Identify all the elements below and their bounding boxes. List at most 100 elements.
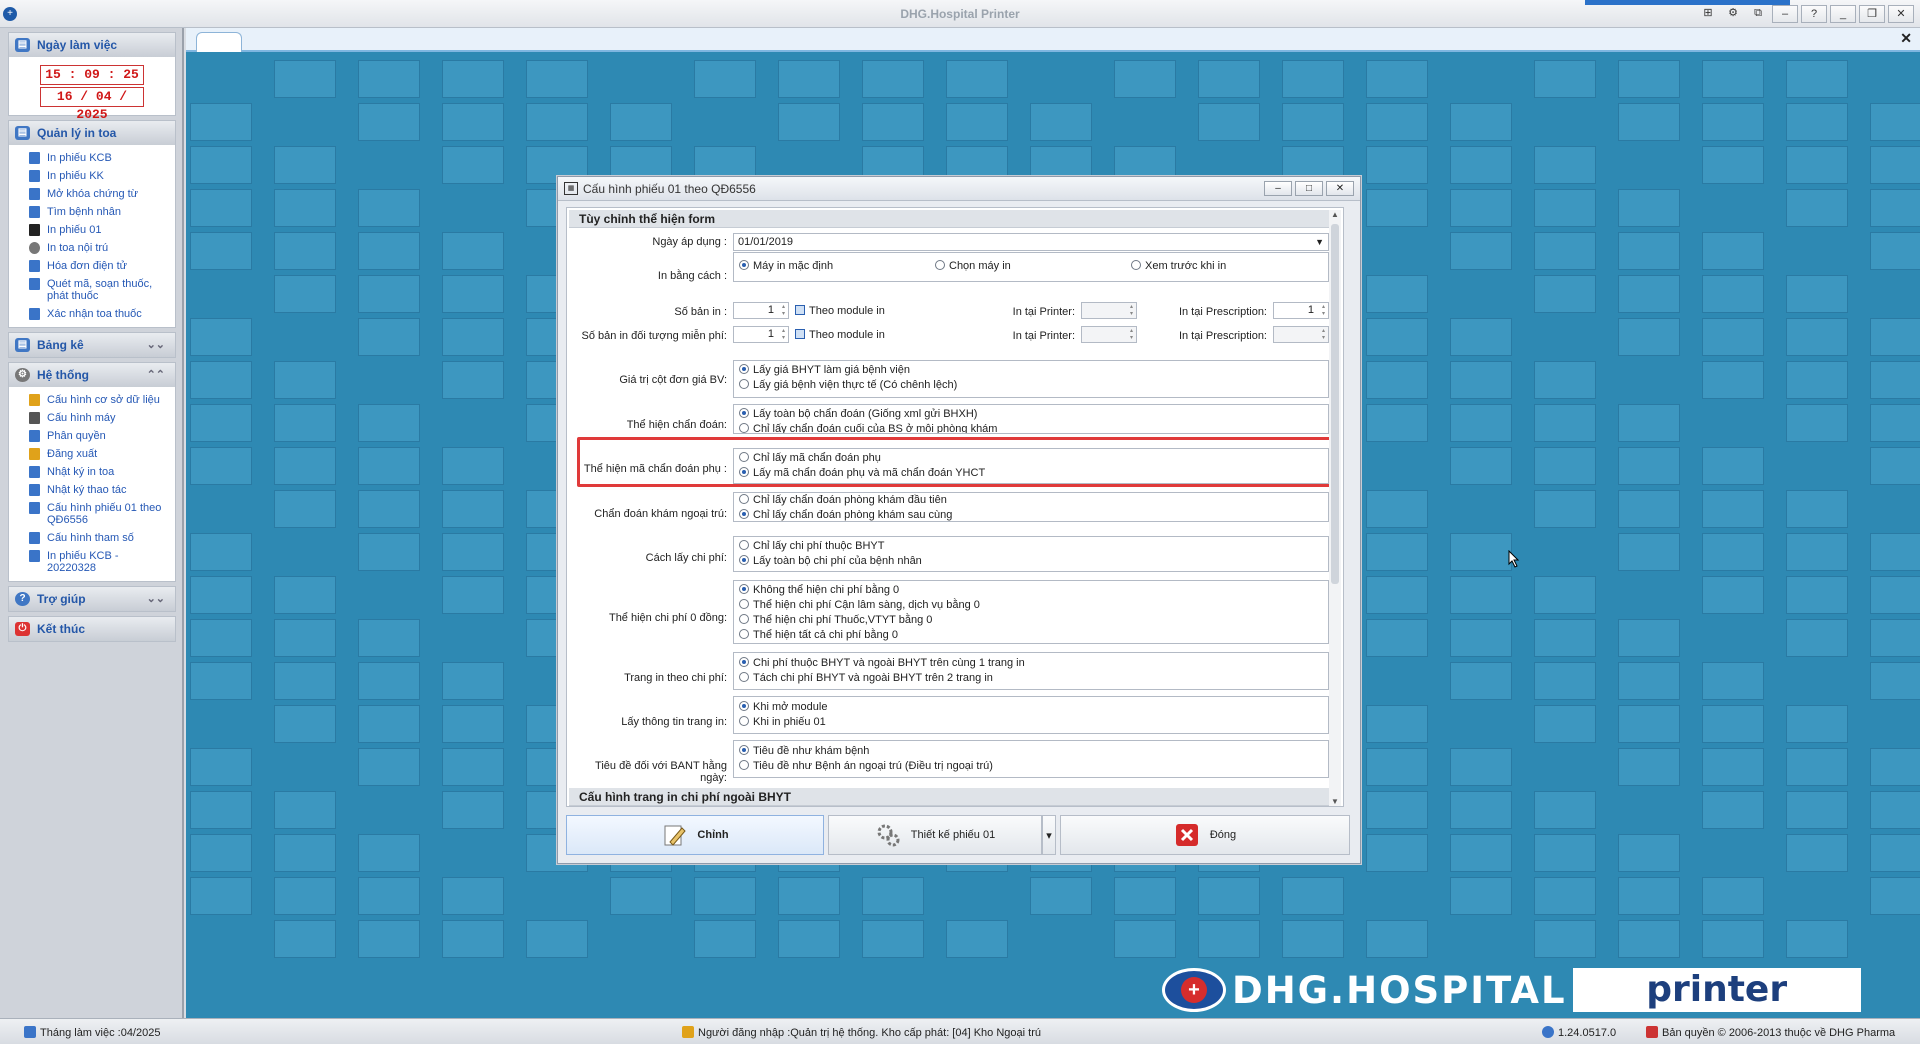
sidebar-item-find-patient[interactable]: Tìm bệnh nhân — [9, 203, 171, 221]
edit-button[interactable]: Chỉnh — [566, 815, 824, 855]
dialog-minimize-button[interactable]: – — [1264, 181, 1292, 196]
scroll-up-icon[interactable]: ▲ — [1331, 210, 1339, 219]
dialog-maximize-button[interactable]: □ — [1295, 181, 1323, 196]
minimize-small-button[interactable]: – — [1772, 5, 1798, 23]
sidebar-item-confirm[interactable]: Xác nhận toa thuốc — [9, 305, 171, 323]
background-tile — [1702, 232, 1764, 270]
background-tile — [1198, 60, 1260, 98]
dialog-close-button[interactable]: ✕ — [1326, 181, 1354, 196]
status-copyright: Bản quyền © 2006-2013 thuộc về DHG Pharm… — [1646, 1026, 1895, 1039]
system-header[interactable]: ⚙ Hệ thống ⌃⌃ — [9, 363, 175, 387]
background-tile — [1786, 103, 1848, 141]
copies-free-prescription-spinner[interactable] — [1273, 326, 1329, 343]
scroll-down-icon[interactable]: ▼ — [1331, 797, 1339, 806]
sidebar-item-scan[interactable]: Quét mã, soạn thuốc, phát thuốc — [9, 275, 171, 305]
tab-home[interactable] — [196, 32, 242, 52]
background-tile — [1786, 275, 1848, 313]
minimize-button[interactable]: _ — [1830, 5, 1856, 23]
prescriptions-header[interactable]: ▤ Quản lý in toa — [9, 121, 175, 145]
window-title: DHG.Hospital Printer — [900, 7, 1020, 21]
radio-no-zero[interactable]: Không thể hiện chi phí bằng 0 — [739, 584, 899, 596]
exit-header[interactable]: ⏻ Kết thúc — [9, 617, 175, 641]
copies-spinner[interactable]: 1 — [733, 302, 789, 319]
apply-date-select[interactable]: 01/01/2019 ▼ — [733, 233, 1329, 251]
sidebar-item-in-phieu-kcb[interactable]: In phiếu KCB — [9, 149, 171, 167]
help-title: Trợ giúp — [37, 592, 86, 606]
background-tile — [1366, 60, 1428, 98]
background-tile — [274, 920, 336, 958]
background-tile — [190, 361, 252, 399]
radio-zero-cls[interactable]: Thể hiện chi phí Cận lâm sàng, dịch vụ b… — [739, 599, 980, 611]
chevron-down-icon[interactable]: ⌄⌄ — [147, 333, 165, 357]
radio-on-open[interactable]: Khi mở module — [739, 701, 827, 713]
copies-prescription-spinner[interactable]: 1 — [1273, 302, 1329, 319]
sidebar-item-einvoice[interactable]: Hóa đơn điện tử — [9, 257, 171, 275]
help-button[interactable]: ? — [1801, 5, 1827, 23]
radio-choose-printer[interactable]: Chọn máy in — [935, 260, 1011, 272]
radio-title-outpatient[interactable]: Tiêu đề như Bệnh án ngoại trú (Điều trị … — [739, 760, 993, 772]
background-tile — [1534, 791, 1596, 829]
copies-free-module-checkbox[interactable]: Theo module in — [795, 329, 885, 341]
radio-bhyt-cost[interactable]: Chỉ lấy chi phí thuộc BHYT — [739, 540, 884, 552]
radio-default-printer[interactable]: Máy in mặc định — [739, 260, 833, 272]
radio-split-page[interactable]: Tách chi phí BHYT và ngoài BHYT trên 2 t… — [739, 672, 993, 684]
radio-first-clinic[interactable]: Chỉ lấy chẩn đoán phòng khám đầu tiên — [739, 494, 947, 506]
radio-all-cost[interactable]: Lấy toàn bộ chi phí của bệnh nhân — [739, 555, 922, 567]
design-dropdown-button[interactable]: ▾ — [1042, 815, 1056, 855]
user-icon — [682, 1026, 694, 1038]
background-tile — [1282, 60, 1344, 98]
sidebar-item-form01-config[interactable]: Cấu hình phiếu 01 theo QĐ6556 — [9, 499, 171, 529]
restore-button[interactable]: ❐ — [1859, 5, 1885, 23]
copies-module-checkbox[interactable]: Theo module in — [795, 305, 885, 317]
radio-title-exam[interactable]: Tiêu đề như khám bệnh — [739, 745, 869, 757]
workday-header[interactable]: ▤ Ngày làm việc — [9, 33, 175, 57]
clock-date[interactable]: 16 / 04 / 2025 — [40, 87, 144, 122]
radio-bhyt-price[interactable]: Lấy giá BHYT làm giá bệnh viện — [739, 364, 910, 376]
sidebar-item-permissions[interactable]: Phân quyền — [9, 427, 171, 445]
radio-preview[interactable]: Xem trước khi in — [1131, 260, 1226, 272]
copies-free-spinner[interactable]: 1 — [733, 326, 789, 343]
form-scrollbar[interactable]: ▲ ▼ — [1329, 210, 1341, 806]
radio-same-page[interactable]: Chi phí thuộc BHYT và ngoài BHYT trên cù… — [739, 657, 1025, 669]
zero-cost-label: Thể hiện chi phí 0 đồng: — [608, 612, 727, 624]
radio-all-diagnosis[interactable]: Lấy toàn bộ chẩn đoán (Giống xml gửi BHX… — [739, 408, 977, 420]
sidebar-item-inpatient[interactable]: In toa nội trú — [9, 239, 171, 257]
close-dialog-button[interactable]: Đóng — [1060, 815, 1350, 855]
radio-zero-drug[interactable]: Thể hiện chi phí Thuốc,VTYT bằng 0 — [739, 614, 932, 626]
radio-last-diagnosis[interactable]: Chỉ lấy chẩn đoán cuối của BS ở mỗi phòn… — [739, 423, 997, 433]
sidebar-item-in-phieu-01[interactable]: In phiếu 01 — [9, 221, 171, 239]
tool-icon-3[interactable]: ⧉ — [1747, 5, 1769, 23]
help-header[interactable]: ? Trợ giúp ⌄⌄ — [9, 587, 175, 611]
sidebar-item-unlock[interactable]: Mở khóa chứng từ — [9, 185, 171, 203]
tool-icon-2[interactable]: ⚙ — [1722, 5, 1744, 23]
radio-last-clinic[interactable]: Chỉ lấy chẩn đoán phòng khám sau cùng — [739, 509, 952, 521]
chevron-down-icon[interactable]: ⌄⌄ — [147, 587, 165, 611]
sidebar-item-print-log[interactable]: Nhật ký in toa — [9, 463, 171, 481]
sidebar-item-action-log[interactable]: Nhật ký thao tác — [9, 481, 171, 499]
background-tile — [274, 60, 336, 98]
sidebar-item-in-phieu-kk[interactable]: In phiếu KK — [9, 167, 171, 185]
apply-date-label: Ngày áp dụng : — [652, 236, 727, 248]
close-button[interactable]: ✕ — [1888, 5, 1914, 23]
sidebar-item-logout[interactable]: Đăng xuất — [9, 445, 171, 463]
reports-header[interactable]: ▤ Bảng kê ⌄⌄ — [9, 333, 175, 357]
background-tile — [1786, 834, 1848, 872]
copies-printer-spinner[interactable] — [1081, 302, 1137, 319]
radio-on-print[interactable]: Khi in phiếu 01 — [739, 716, 826, 728]
scroll-thumb[interactable] — [1331, 224, 1339, 584]
close-icon[interactable]: ✕ — [1900, 30, 1912, 47]
sidebar-item-kcb-20220328[interactable]: In phiếu KCB - 20220328 — [9, 547, 171, 577]
radio-actual-price[interactable]: Lấy giá bệnh viện thực tế (Có chênh lệch… — [739, 379, 957, 391]
background-tile — [1870, 619, 1920, 657]
background-tile — [1534, 60, 1596, 98]
sidebar-item-machine-config[interactable]: Cấu hình máy — [9, 409, 171, 427]
chevron-up-icon[interactable]: ⌃⌃ — [147, 363, 165, 387]
copies-free-printer-spinner[interactable] — [1081, 326, 1137, 343]
sidebar-item-parameters[interactable]: Cấu hình tham số — [9, 529, 171, 547]
background-tile — [946, 60, 1008, 98]
background-tile — [1450, 361, 1512, 399]
radio-zero-all[interactable]: Thể hiện tất cả chi phí bằng 0 — [739, 629, 898, 641]
tool-icon-1[interactable]: ⊞ — [1697, 5, 1719, 23]
sidebar-item-db-config[interactable]: Cấu hình cơ sở dữ liệu — [9, 391, 171, 409]
design-button[interactable]: Thiết kế phiếu 01 — [828, 815, 1042, 855]
